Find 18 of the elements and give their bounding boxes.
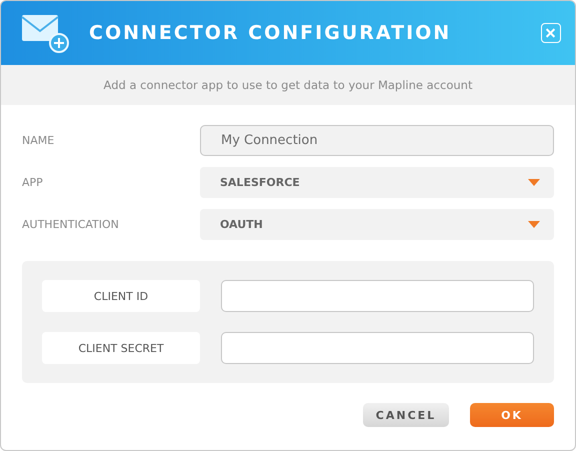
dropdown[interactable]: SALESFORCE xyxy=(200,167,554,198)
mail-add-icon xyxy=(21,13,69,53)
subtitle: Add a connector app to use to get data to your Mapline account xyxy=(1,65,575,105)
field-label: NAME xyxy=(22,134,56,147)
input-field[interactable] xyxy=(221,280,534,312)
window-title: CONNECTOR CONFIGURATION xyxy=(89,22,452,44)
ok-button[interactable]: OK xyxy=(470,403,554,427)
field-label: CLIENT ID xyxy=(42,280,200,312)
input-field[interactable] xyxy=(221,332,534,364)
cancel-button[interactable]: CANCEL xyxy=(363,403,449,427)
name-field[interactable]: My Connection xyxy=(200,125,554,156)
field-label: APP xyxy=(22,176,44,189)
caret-icon xyxy=(528,179,540,186)
field-label: CLIENT SECRET xyxy=(42,332,200,364)
close-button[interactable] xyxy=(541,23,561,43)
field-label: AUTHENTICATION xyxy=(22,218,120,231)
dropdown[interactable]: OAUTH xyxy=(200,209,554,240)
caret-icon xyxy=(528,221,540,228)
